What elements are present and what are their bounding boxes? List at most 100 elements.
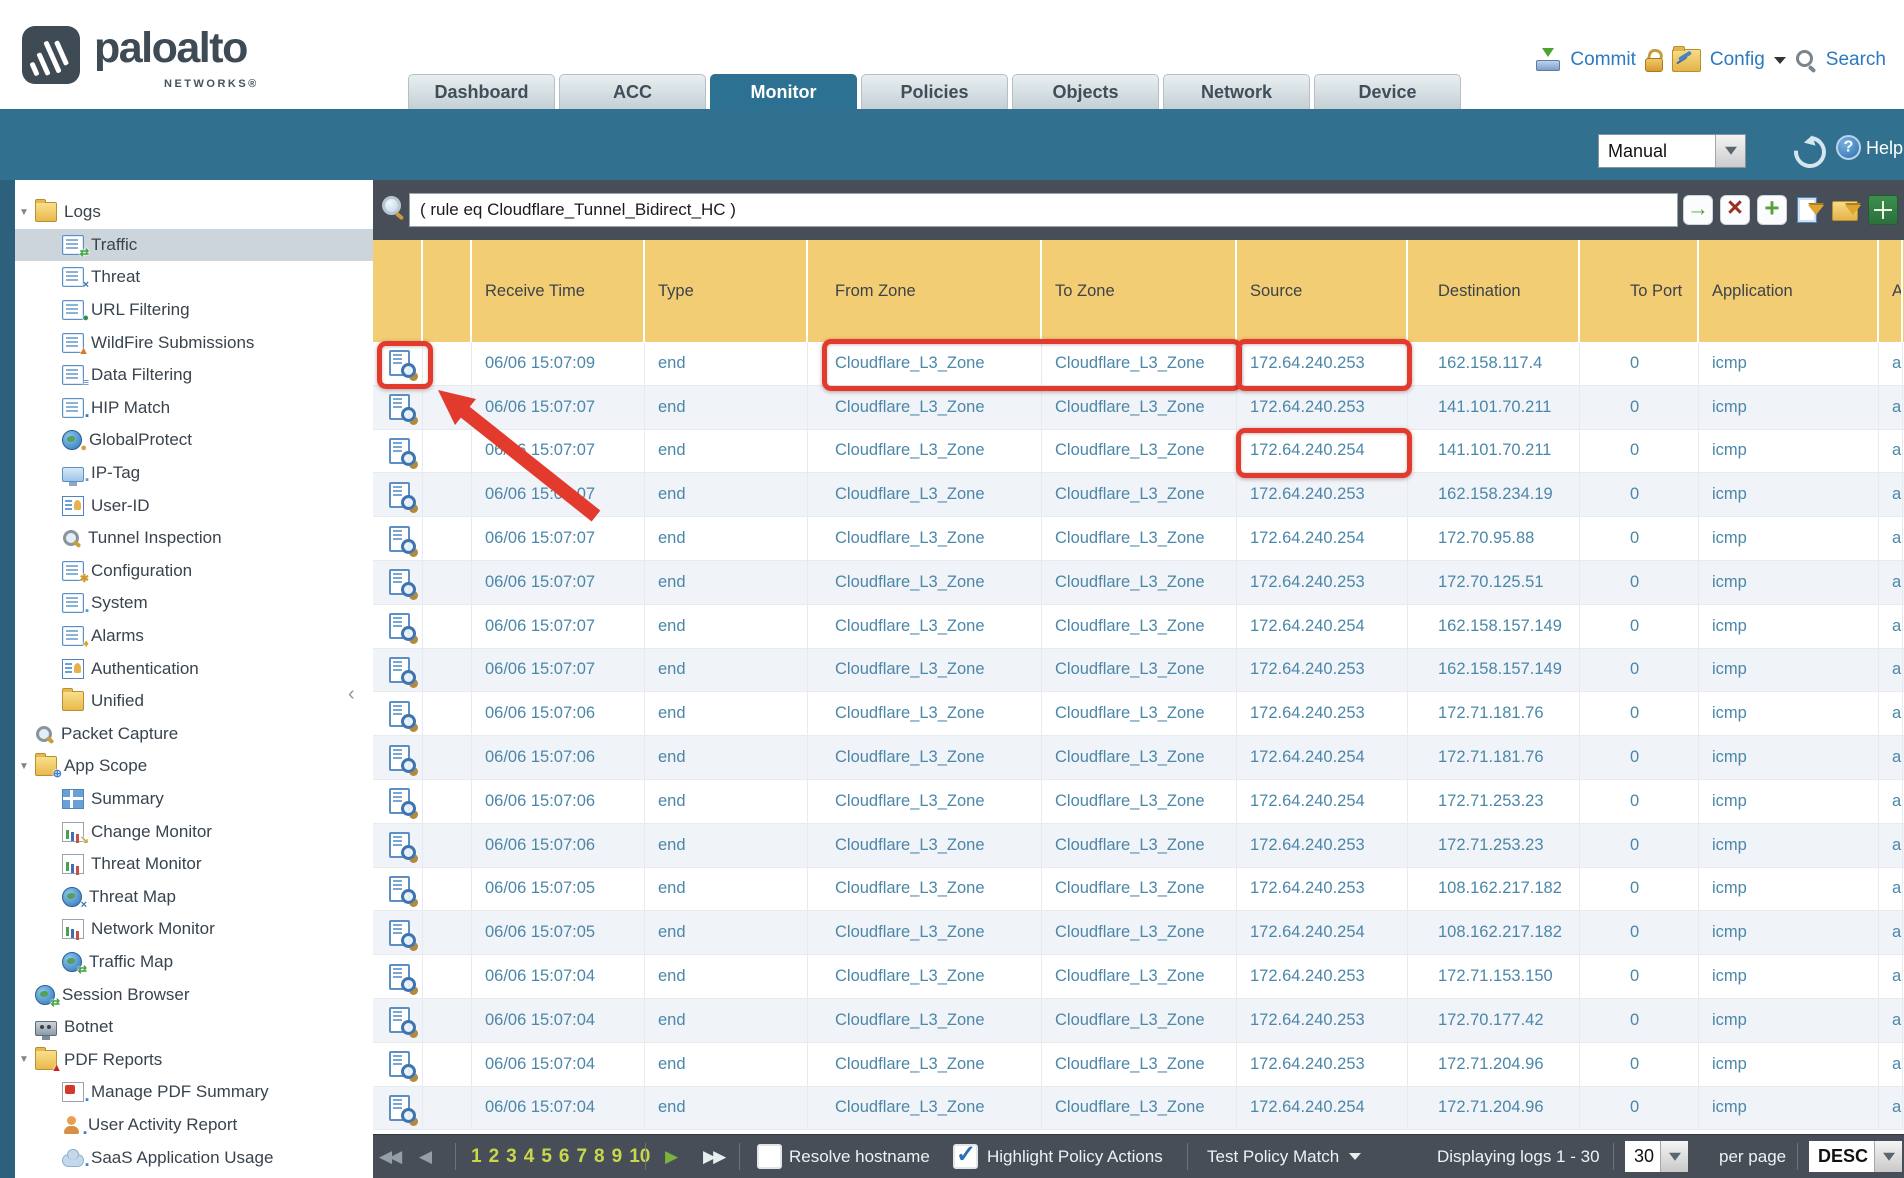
- cell-to-port[interactable]: 0: [1580, 955, 1699, 998]
- cell-source[interactable]: 172.64.240.253: [1237, 473, 1408, 516]
- table-row[interactable]: 06/06 15:07:07endCloudflare_L3_ZoneCloud…: [373, 649, 1904, 693]
- cell-destination[interactable]: 162.158.234.19: [1408, 473, 1580, 516]
- resolve-hostname-label[interactable]: Resolve hostname: [789, 1135, 930, 1178]
- resolve-hostname-checkbox[interactable]: [757, 1144, 782, 1169]
- cell-destination[interactable]: 108.162.217.182: [1408, 868, 1580, 911]
- col-header-source[interactable]: Source: [1237, 240, 1408, 342]
- col-header-to-port[interactable]: To Port: [1580, 240, 1699, 342]
- table-row[interactable]: 06/06 15:07:04endCloudflare_L3_ZoneCloud…: [373, 1043, 1904, 1087]
- log-detail-icon[interactable]: [389, 657, 410, 683]
- cell-source[interactable]: 172.64.240.253: [1237, 692, 1408, 735]
- load-filter-icon[interactable]: [1831, 195, 1861, 225]
- table-row[interactable]: 06/06 15:07:07endCloudflare_L3_ZoneCloud…: [373, 430, 1904, 474]
- log-detail-icon[interactable]: [389, 350, 410, 376]
- tab-dashboard[interactable]: Dashboard: [408, 74, 555, 109]
- cell-from-zone[interactable]: Cloudflare_L3_Zone: [808, 605, 1042, 648]
- page-number-4[interactable]: 4: [524, 1146, 535, 1168]
- cell-application[interactable]: icmp: [1699, 780, 1879, 823]
- highlight-policy-actions-checkbox[interactable]: [953, 1144, 978, 1169]
- col-header-to-zone[interactable]: To Zone: [1042, 240, 1237, 342]
- cell-destination[interactable]: 172.70.177.42: [1408, 999, 1580, 1042]
- cell-from-zone[interactable]: Cloudflare_L3_Zone: [808, 911, 1042, 954]
- col-header-type[interactable]: Type: [645, 240, 808, 342]
- cell-destination[interactable]: 162.158.157.149: [1408, 649, 1580, 692]
- col-header-blank[interactable]: [373, 240, 423, 342]
- cell-to-zone[interactable]: Cloudflare_L3_Zone: [1042, 780, 1237, 823]
- refresh-icon[interactable]: [1787, 129, 1832, 174]
- log-detail-icon[interactable]: [389, 394, 410, 420]
- table-row[interactable]: 06/06 15:07:04endCloudflare_L3_ZoneCloud…: [373, 955, 1904, 999]
- table-row[interactable]: 06/06 15:07:04endCloudflare_L3_ZoneCloud…: [373, 1087, 1904, 1131]
- tab-objects[interactable]: Objects: [1012, 74, 1159, 109]
- cell-application[interactable]: icmp: [1699, 999, 1879, 1042]
- first-page-button[interactable]: ◀◀: [379, 1135, 399, 1178]
- commit-icon[interactable]: [1535, 48, 1561, 72]
- sidebar-item-unified[interactable]: Unified: [15, 685, 373, 718]
- cell-to-port[interactable]: 0: [1580, 736, 1699, 779]
- log-detail-icon[interactable]: [389, 613, 410, 639]
- page-number-6[interactable]: 6: [559, 1146, 570, 1168]
- cell-to-port[interactable]: 0: [1580, 430, 1699, 473]
- cell-to-zone[interactable]: Cloudflare_L3_Zone: [1042, 605, 1237, 648]
- log-detail-icon[interactable]: [389, 482, 410, 508]
- cell-to-port[interactable]: 0: [1580, 473, 1699, 516]
- filter-magnifier-icon[interactable]: [382, 196, 404, 218]
- cell-application[interactable]: icmp: [1699, 911, 1879, 954]
- sidebar-item-tunnel-inspection[interactable]: Tunnel Inspection: [15, 522, 373, 555]
- cell-to-port[interactable]: 0: [1580, 342, 1699, 385]
- cell-from-zone[interactable]: Cloudflare_L3_Zone: [808, 999, 1042, 1042]
- table-row[interactable]: 06/06 15:07:05endCloudflare_L3_ZoneCloud…: [373, 911, 1904, 955]
- log-detail-icon[interactable]: [389, 964, 410, 990]
- cell-destination[interactable]: 172.70.95.88: [1408, 517, 1580, 560]
- table-row[interactable]: 06/06 15:07:07endCloudflare_L3_ZoneCloud…: [373, 605, 1904, 649]
- cell-to-zone[interactable]: Cloudflare_L3_Zone: [1042, 824, 1237, 867]
- cell-to-port[interactable]: 0: [1580, 649, 1699, 692]
- cell-application[interactable]: icmp: [1699, 1087, 1879, 1130]
- sidebar-item-network-monitor[interactable]: Network Monitor: [15, 913, 373, 946]
- config-caret-icon[interactable]: [1774, 57, 1786, 70]
- log-detail-icon[interactable]: [389, 1007, 410, 1033]
- export-icon[interactable]: [1868, 195, 1898, 225]
- page-number-1[interactable]: 1: [471, 1146, 482, 1168]
- test-policy-match-button[interactable]: Test Policy Match: [1207, 1135, 1361, 1178]
- sidebar-item-configuration[interactable]: ✱Configuration: [15, 555, 373, 588]
- cell-application[interactable]: icmp: [1699, 955, 1879, 998]
- sidebar-item-globalprotect[interactable]: ●GlobalProtect: [15, 424, 373, 457]
- sidebar-item-logs[interactable]: ▼Logs: [15, 196, 373, 229]
- table-row[interactable]: 06/06 15:07:09endCloudflare_L3_ZoneCloud…: [373, 342, 1904, 386]
- config-folder-icon[interactable]: [1672, 49, 1701, 72]
- refresh-mode-dropdown-icon[interactable]: [1715, 135, 1745, 167]
- cell-destination[interactable]: 172.71.153.150: [1408, 955, 1580, 998]
- sidebar-item-manage-pdf-summary[interactable]: ▪Manage PDF Summary: [15, 1076, 373, 1109]
- cell-from-zone[interactable]: Cloudflare_L3_Zone: [808, 1087, 1042, 1130]
- cell-application[interactable]: icmp: [1699, 473, 1879, 516]
- log-detail-icon[interactable]: [389, 1051, 410, 1077]
- page-number-5[interactable]: 5: [541, 1146, 552, 1168]
- cell-destination[interactable]: 172.71.204.96: [1408, 1087, 1580, 1130]
- cell-destination[interactable]: 108.162.217.182: [1408, 911, 1580, 954]
- sidebar-item-hip-match[interactable]: ▪HIP Match: [15, 392, 373, 425]
- cell-destination[interactable]: 141.101.70.211: [1408, 386, 1580, 429]
- cell-to-port[interactable]: 0: [1580, 692, 1699, 735]
- cell-to-zone[interactable]: Cloudflare_L3_Zone: [1042, 430, 1237, 473]
- cell-source[interactable]: 172.64.240.254: [1237, 780, 1408, 823]
- sidebar-item-change-monitor[interactable]: ↘Change Monitor: [15, 815, 373, 848]
- cell-application[interactable]: icmp: [1699, 868, 1879, 911]
- cell-source[interactable]: 172.64.240.254: [1237, 605, 1408, 648]
- sidebar-item-session-browser[interactable]: ⇄Session Browser: [15, 978, 373, 1011]
- expander-icon[interactable]: ▼: [19, 761, 35, 772]
- prev-page-button[interactable]: ◀: [419, 1135, 429, 1178]
- cell-from-zone[interactable]: Cloudflare_L3_Zone: [808, 955, 1042, 998]
- cell-destination[interactable]: 172.71.253.23: [1408, 824, 1580, 867]
- cell-source[interactable]: 172.64.240.254: [1237, 736, 1408, 779]
- tab-policies[interactable]: Policies: [861, 74, 1008, 109]
- cell-from-zone[interactable]: Cloudflare_L3_Zone: [808, 868, 1042, 911]
- cell-to-port[interactable]: 0: [1580, 517, 1699, 560]
- log-detail-icon[interactable]: [389, 832, 410, 858]
- lock-icon[interactable]: [1645, 49, 1663, 72]
- cell-source[interactable]: 172.64.240.253: [1237, 868, 1408, 911]
- cell-application[interactable]: icmp: [1699, 430, 1879, 473]
- table-row[interactable]: 06/06 15:07:06endCloudflare_L3_ZoneCloud…: [373, 780, 1904, 824]
- sidebar-item-url-filtering[interactable]: ●URL Filtering: [15, 294, 373, 327]
- cell-destination[interactable]: 162.158.157.149: [1408, 605, 1580, 648]
